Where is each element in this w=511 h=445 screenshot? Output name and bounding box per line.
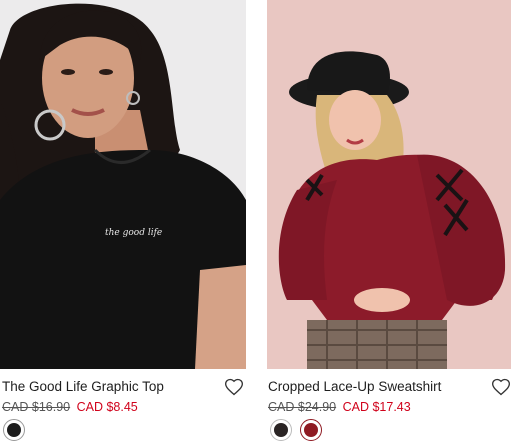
sale-price: CAD $17.43 [342, 400, 411, 414]
color-swatch-black[interactable] [3, 419, 25, 441]
sale-price: CAD $8.45 [76, 400, 138, 414]
color-swatch-burgundy[interactable] [300, 419, 322, 441]
heart-outline-icon[interactable] [224, 377, 244, 397]
product-photo-lace-up-sweatshirt [267, 0, 511, 369]
original-price: CAD $16.90 [2, 400, 71, 414]
product-image[interactable] [267, 0, 511, 369]
price-row: CAD $24.90 CAD $17.43 [268, 399, 411, 415]
swatch-color-dot [7, 423, 21, 437]
color-swatch-black[interactable] [270, 419, 292, 441]
product-image[interactable]: the good life [0, 0, 246, 369]
product-grid: the good life The Good Life Graphic Top … [0, 0, 511, 445]
product-name[interactable]: Cropped Lace-Up Sweatshirt [268, 378, 441, 396]
product-name[interactable]: The Good Life Graphic Top [2, 378, 164, 396]
svg-text:the good life: the good life [105, 228, 162, 238]
product-card: Cropped Lace-Up Sweatshirt CAD $24.90 CA… [267, 0, 511, 445]
original-price: CAD $24.90 [268, 400, 337, 414]
product-photo-graphic-top: the good life [0, 0, 246, 369]
heart-outline-icon[interactable] [491, 377, 511, 397]
swatch-color-dot [304, 423, 318, 437]
price-row: CAD $16.90 CAD $8.45 [2, 399, 138, 415]
product-card: the good life The Good Life Graphic Top … [0, 0, 246, 445]
swatch-color-dot [274, 423, 288, 437]
